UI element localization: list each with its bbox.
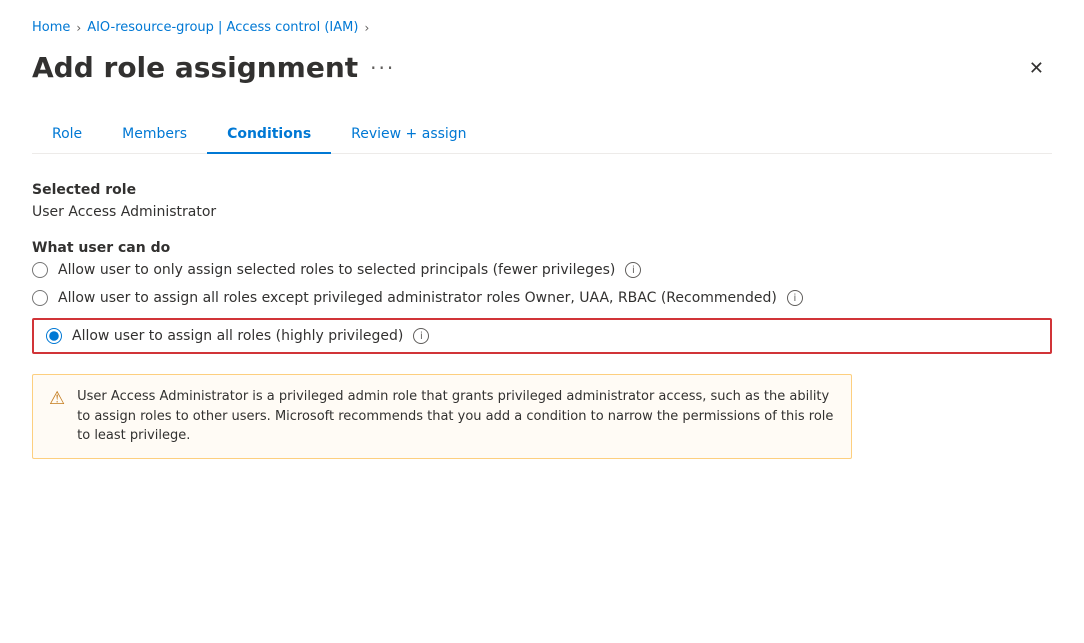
tab-role[interactable]: Role <box>32 116 102 154</box>
radio-label-1: Allow user to only assign selected roles… <box>58 262 615 278</box>
radio-group: Allow user to only assign selected roles… <box>32 262 1052 354</box>
tab-bar: Role Members Conditions Review + assign <box>32 116 1052 154</box>
warning-text: User Access Administrator is a privilege… <box>77 387 835 446</box>
radio-label-3: Allow user to assign all roles (highly p… <box>72 328 403 344</box>
more-options-button[interactable]: ··· <box>370 58 395 78</box>
panel-title: Add role assignment <box>32 51 358 84</box>
selected-role-label: Selected role <box>32 182 1052 198</box>
radio-label-2: Allow user to assign all roles except pr… <box>58 290 777 306</box>
panel-header: Add role assignment ··· ✕ <box>32 51 1052 84</box>
radio-option-2[interactable]: Allow user to assign all roles except pr… <box>32 290 1052 306</box>
tab-members[interactable]: Members <box>102 116 207 154</box>
radio-input-3[interactable] <box>46 328 62 344</box>
breadcrumb: Home › AIO-resource-group | Access contr… <box>32 20 1052 35</box>
radio-input-2[interactable] <box>32 290 48 306</box>
title-row: Add role assignment ··· <box>32 51 395 84</box>
radio-input-1[interactable] <box>32 262 48 278</box>
warning-icon: ⚠ <box>49 388 65 446</box>
info-icon-3[interactable]: i <box>413 328 429 344</box>
breadcrumb-separator-2: › <box>364 21 369 35</box>
what-user-can-do-label: What user can do <box>32 240 1052 256</box>
selected-role-value: User Access Administrator <box>32 204 1052 220</box>
close-button[interactable]: ✕ <box>1021 55 1052 81</box>
breadcrumb-separator-1: › <box>76 21 81 35</box>
radio-option-3[interactable]: Allow user to assign all roles (highly p… <box>32 318 1052 354</box>
tab-review[interactable]: Review + assign <box>331 116 486 154</box>
breadcrumb-home[interactable]: Home <box>32 20 70 35</box>
info-icon-1[interactable]: i <box>625 262 641 278</box>
info-icon-2[interactable]: i <box>787 290 803 306</box>
tab-conditions[interactable]: Conditions <box>207 116 331 154</box>
warning-box: ⚠ User Access Administrator is a privile… <box>32 374 852 459</box>
radio-option-1[interactable]: Allow user to only assign selected roles… <box>32 262 1052 278</box>
tab-content: Selected role User Access Administrator … <box>32 182 1052 459</box>
add-role-assignment-panel: Home › AIO-resource-group | Access contr… <box>0 0 1084 643</box>
breadcrumb-iam[interactable]: AIO-resource-group | Access control (IAM… <box>87 20 358 35</box>
